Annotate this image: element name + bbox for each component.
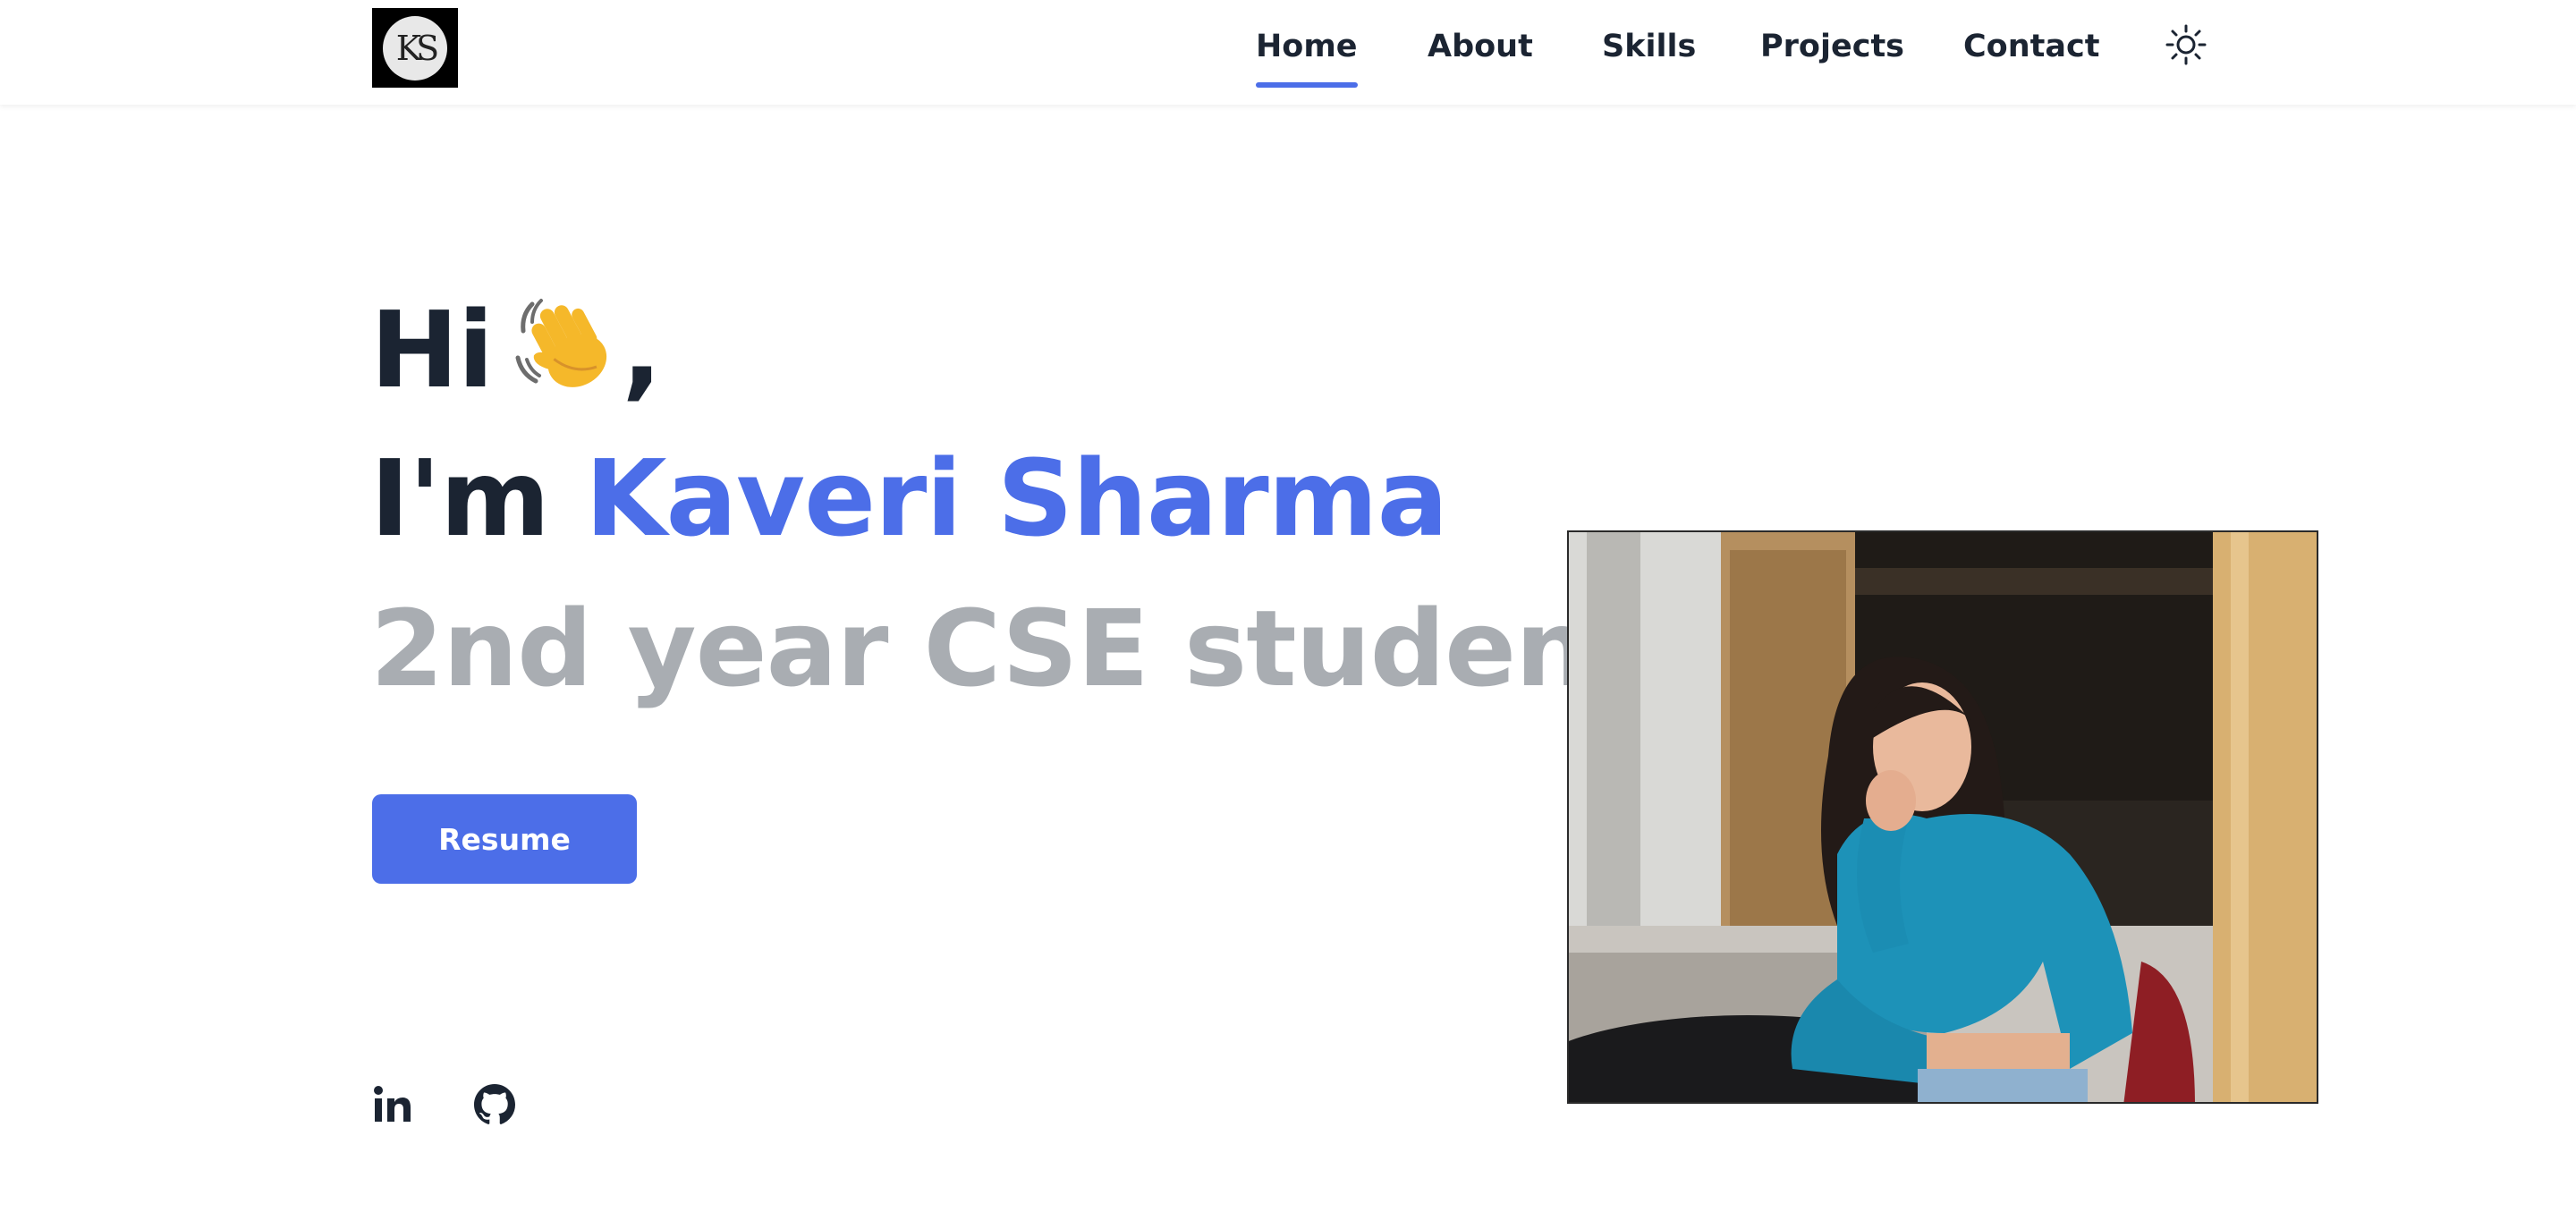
linkedin-icon <box>374 1086 411 1122</box>
site-logo[interactable]: KS <box>372 8 458 88</box>
greeting-text: Hi <box>370 288 494 411</box>
nav-item-projects[interactable]: Projects <box>1760 27 1904 66</box>
nav-item-home[interactable]: Home <box>1256 27 1358 88</box>
greeting-heading: Hi , <box>370 288 662 411</box>
role-subtitle: 2nd year CSE student <box>370 587 1640 710</box>
nav-item-about[interactable]: About <box>1428 27 1533 66</box>
github-icon <box>474 1084 515 1124</box>
waving-hand-icon <box>505 288 622 395</box>
intro-prefix: I'm <box>370 437 550 560</box>
sun-icon <box>2165 24 2207 65</box>
intro-heading: I'm Kaveri Sharma <box>370 440 1448 556</box>
nav-item-skills[interactable]: Skills <box>1602 27 1696 66</box>
resume-button[interactable]: Resume <box>372 794 637 884</box>
theme-toggle-button[interactable] <box>2165 23 2207 66</box>
navbar: KS Home About Skills Projects Contact <box>0 0 2576 105</box>
person-name: Kaveri Sharma <box>585 437 1448 560</box>
greeting-punctuation: , <box>622 288 662 411</box>
github-link[interactable] <box>474 1084 515 1125</box>
linkedin-link[interactable] <box>372 1084 413 1125</box>
nav-item-contact[interactable]: Contact <box>1963 27 2099 66</box>
profile-photo <box>1567 530 2318 1104</box>
logo-monogram: KS <box>383 15 447 81</box>
